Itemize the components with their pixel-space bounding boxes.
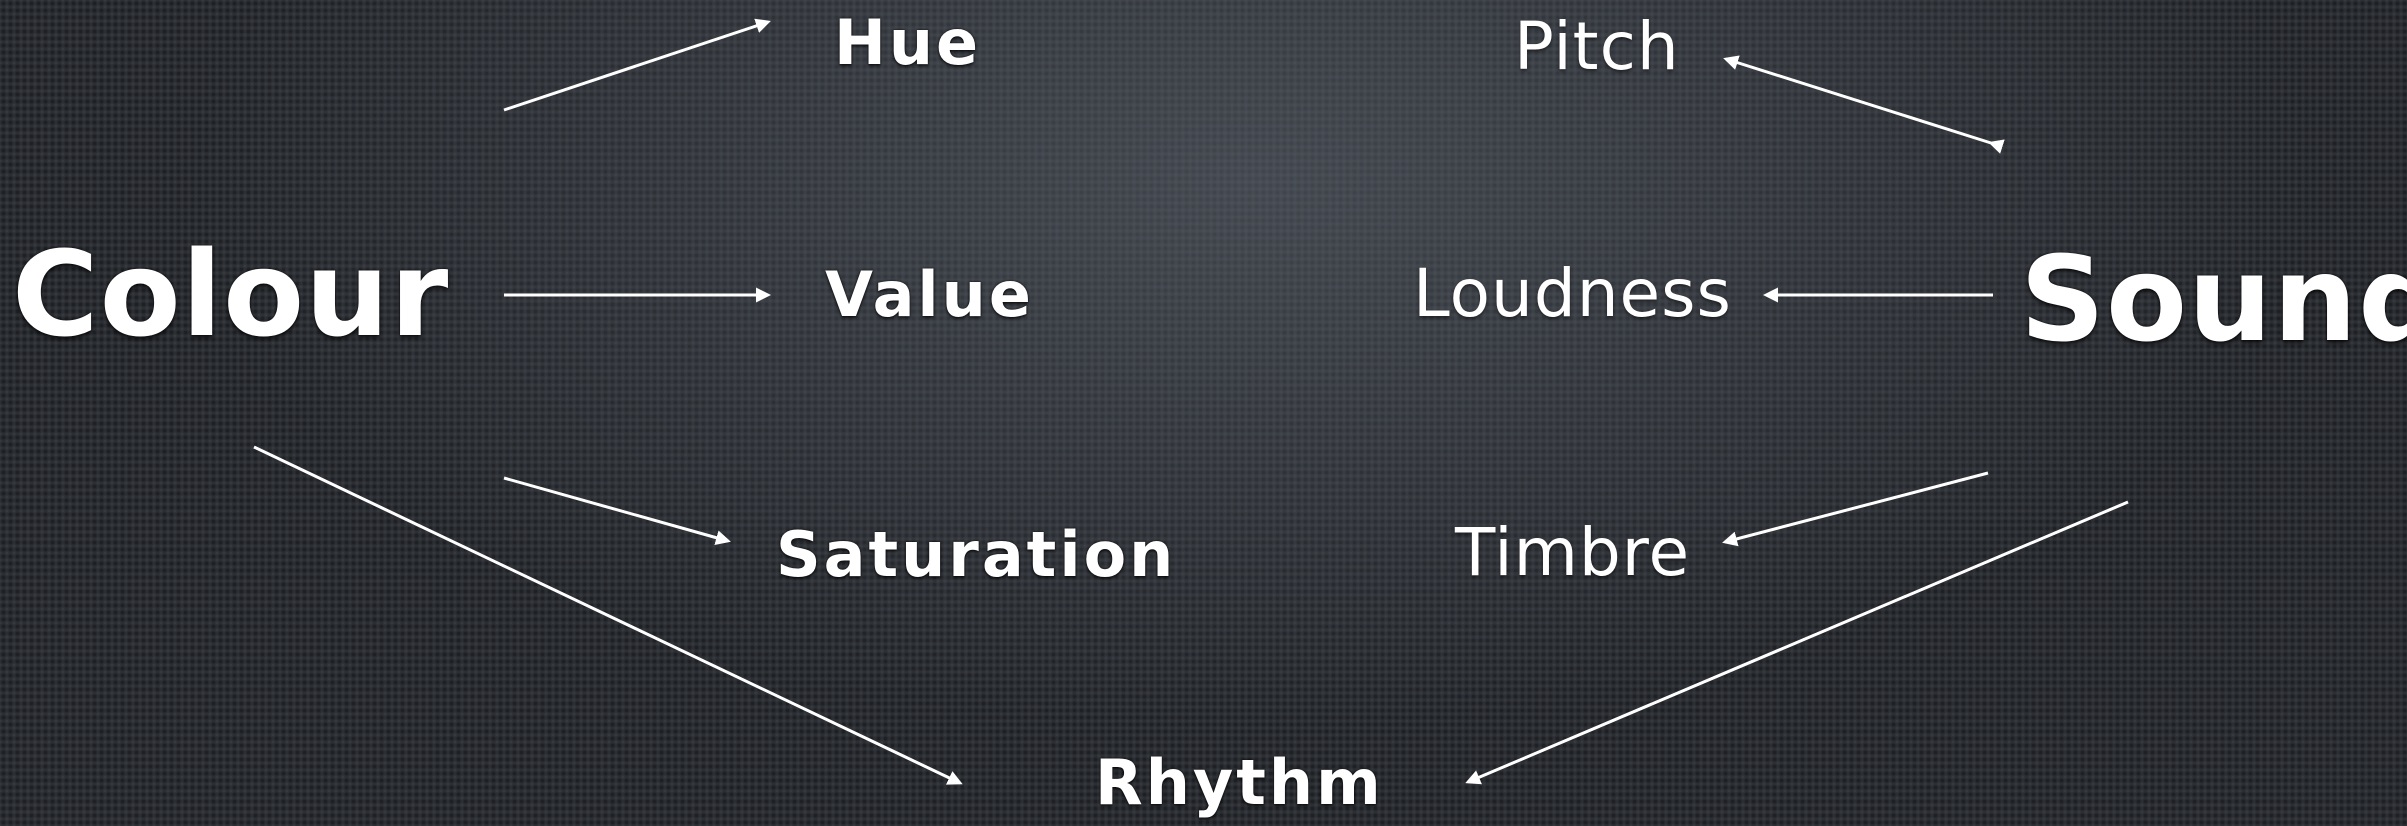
loudness-label: Loudness — [1413, 255, 1732, 332]
pitch-label: Pitch — [1514, 8, 1680, 85]
sound-label: Sound — [2020, 230, 2407, 368]
timbre-label: Timbre — [1455, 514, 1691, 591]
arrow-colour-to-saturation — [503, 476, 731, 545]
slide-canvas: Colour Hue Value Saturation Sound Pitch … — [0, 0, 2407, 826]
hue-label: Hue — [834, 6, 982, 79]
arrow-sound-to-timbre — [1722, 471, 1989, 547]
saturation-label: Saturation — [776, 518, 1177, 591]
colour-label: Colour — [12, 225, 450, 363]
rhythm-label: Rhythm — [1095, 746, 1384, 819]
value-label: Value — [825, 258, 1034, 331]
arrow-layer — [253, 18, 2129, 785]
arrow-sound-pitch — [1723, 55, 2005, 154]
arrow-colour-to-rhythm — [253, 445, 963, 785]
arrow-colour-to-hue — [503, 18, 771, 112]
